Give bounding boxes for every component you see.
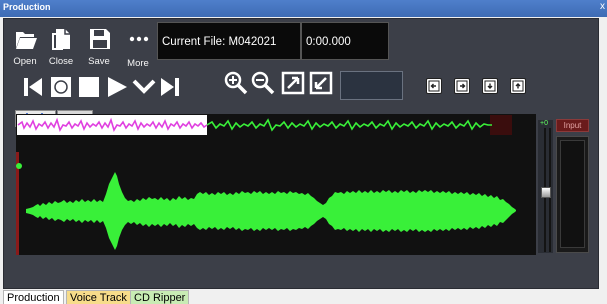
more-button[interactable]: More — [121, 23, 155, 69]
nudge-down-button[interactable] — [482, 78, 498, 94]
zoom-fit-icon[interactable] — [281, 71, 305, 95]
close-window-icon[interactable]: x — [600, 1, 605, 12]
save-icon — [90, 29, 110, 49]
chevron-down-icon[interactable] — [132, 75, 156, 99]
arrow-down-icon — [484, 80, 496, 92]
skip-to-start-icon[interactable] — [21, 75, 45, 99]
production-window: Production x Open Close Save More Curren… — [0, 0, 607, 304]
stop-icon[interactable] — [77, 75, 101, 99]
window-title: Production — [3, 2, 51, 12]
nudge-right-button[interactable] — [454, 78, 470, 94]
save-label: Save — [88, 56, 110, 67]
close-file-icon — [52, 29, 70, 50]
folder-open-icon — [16, 32, 37, 49]
zoom-in-icon[interactable] — [224, 71, 248, 95]
overview-wave — [206, 118, 492, 132]
input-meter-track — [560, 140, 585, 248]
nudge-left-button[interactable] — [426, 78, 442, 94]
open-label: Open — [13, 56, 37, 67]
tab-production[interactable]: Production — [3, 290, 64, 304]
overview-selected-wave — [17, 117, 208, 132]
close-button[interactable]: Close — [44, 23, 78, 67]
more-icon — [129, 36, 149, 42]
record-icon[interactable] — [49, 75, 73, 99]
time-display: 0:00.000 — [301, 22, 389, 60]
current-file-display: Current File: M042021 — [157, 22, 301, 60]
nudge-up-button[interactable] — [510, 78, 526, 94]
open-button[interactable]: Open — [8, 23, 42, 67]
zoom-out-icon[interactable] — [251, 71, 275, 95]
meter-level-label: +0 — [540, 120, 548, 127]
main-waveform — [26, 172, 516, 250]
tab-voice-track[interactable]: Voice Track — [66, 290, 131, 304]
cue-marker — [16, 163, 22, 169]
skip-to-end-icon[interactable] — [158, 75, 182, 99]
waveform-svg — [16, 117, 516, 255]
gain-slider-handle[interactable] — [541, 187, 551, 198]
arrow-up-icon — [512, 80, 524, 92]
title-bar: Production x — [0, 0, 607, 17]
more-label: More — [127, 58, 149, 69]
play-icon[interactable] — [105, 75, 129, 99]
input-button[interactable]: Input — [556, 119, 589, 132]
zoom-selection-icon[interactable] — [309, 71, 333, 95]
close-label: Close — [48, 56, 74, 67]
save-button[interactable]: Save — [82, 23, 116, 67]
arrow-left-icon — [428, 80, 440, 92]
tab-cd-ripper[interactable]: CD Ripper — [130, 290, 190, 304]
arrow-right-icon — [456, 80, 468, 92]
position-display — [340, 71, 403, 100]
